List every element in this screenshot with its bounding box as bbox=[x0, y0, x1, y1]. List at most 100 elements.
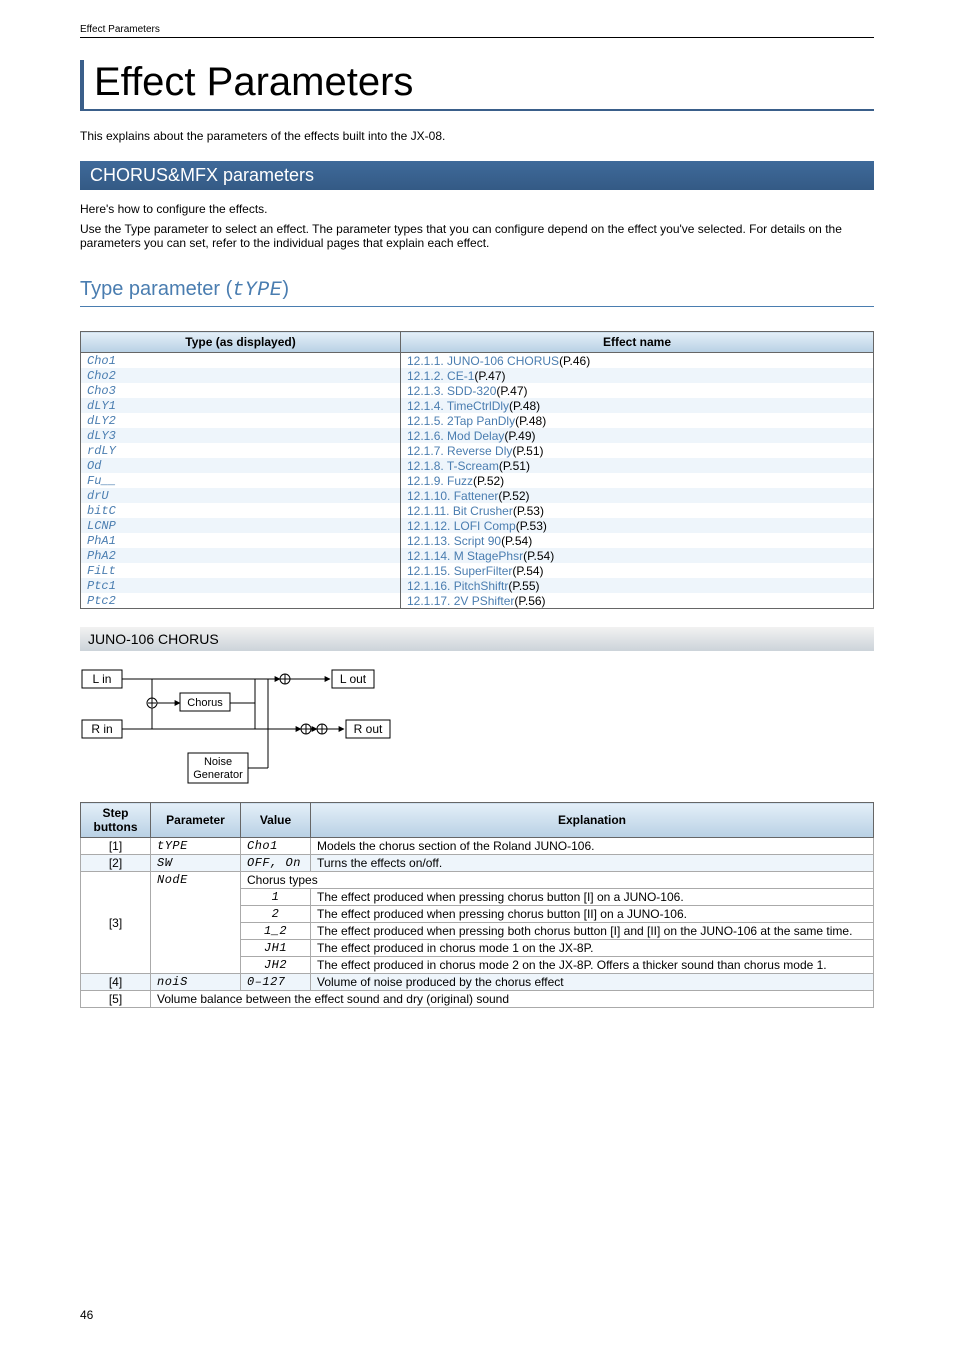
effect-link[interactable]: 12.1.6. Mod Delay bbox=[407, 429, 504, 443]
type-cell: Fu__ bbox=[81, 473, 401, 488]
col-effect-header: Effect name bbox=[401, 332, 874, 353]
col-expl-header: Explanation bbox=[311, 803, 874, 838]
effect-cell: 12.1.3. SDD-320(P.47) bbox=[401, 383, 874, 398]
expl-cell: Volume of noise produced by the chorus e… bbox=[311, 974, 874, 991]
effect-link[interactable]: 12.1.17. 2V PShifter bbox=[407, 594, 514, 608]
param-cell: noiS bbox=[151, 974, 241, 991]
effect-cell: 12.1.17. 2V PShifter(P.56) bbox=[401, 593, 874, 609]
diag-r-in: R in bbox=[91, 722, 112, 736]
effect-cell: 12.1.14. M StagePhsr(P.54) bbox=[401, 548, 874, 563]
expl-cell: The effect produced when pressing chorus… bbox=[311, 906, 874, 923]
value-cell: JH1 bbox=[241, 940, 311, 957]
value-cell: JH2 bbox=[241, 957, 311, 974]
effect-cell: 12.1.2. CE-1(P.47) bbox=[401, 368, 874, 383]
col-value-header: Value bbox=[241, 803, 311, 838]
step-cell: [5] bbox=[81, 991, 151, 1008]
value-cell: Cho1 bbox=[241, 838, 311, 855]
type-cell: PhA1 bbox=[81, 533, 401, 548]
effect-link[interactable]: 12.1.13. Script 90 bbox=[407, 534, 501, 548]
signal-flow-diagram: L in R in Chorus Noise Generator bbox=[80, 665, 874, 790]
page-ref: (P.51) bbox=[512, 444, 543, 458]
page-ref: (P.48) bbox=[509, 399, 540, 413]
step-cell: [3] bbox=[81, 872, 151, 974]
subsection-heading-juno: JUNO-106 CHORUS bbox=[80, 627, 874, 651]
diag-l-out: L out bbox=[340, 672, 367, 686]
expl-cell: Volume balance between the effect sound … bbox=[151, 991, 874, 1008]
page-ref: (P.54) bbox=[512, 564, 543, 578]
type-cell: dLY2 bbox=[81, 413, 401, 428]
page-ref: (P.49) bbox=[504, 429, 535, 443]
step-cell: [4] bbox=[81, 974, 151, 991]
value-cell: 1 bbox=[241, 889, 311, 906]
type-cell: rdLY bbox=[81, 443, 401, 458]
effect-link[interactable]: 12.1.12. LOFI Comp bbox=[407, 519, 516, 533]
effect-cell: 12.1.9. Fuzz(P.52) bbox=[401, 473, 874, 488]
desc-line: Use the Type parameter to select an effe… bbox=[80, 222, 874, 250]
value-cell: OFF, On bbox=[241, 855, 311, 872]
effect-cell: 12.1.8. T-Scream(P.51) bbox=[401, 458, 874, 473]
type-parameter-heading: Type parameter (tYPE) bbox=[80, 278, 874, 307]
effect-link[interactable]: 12.1.15. SuperFilter bbox=[407, 564, 512, 578]
effect-link[interactable]: 12.1.14. M StagePhsr bbox=[407, 549, 523, 563]
effect-cell: 12.1.16. PitchShiftr(P.55) bbox=[401, 578, 874, 593]
type-cell: Od bbox=[81, 458, 401, 473]
page-ref: (P.56) bbox=[514, 594, 545, 608]
param-cell: tYPE bbox=[151, 838, 241, 855]
page-ref: (P.52) bbox=[473, 474, 504, 488]
expl-cell: The effect produced in chorus mode 1 on … bbox=[311, 940, 874, 957]
value-cell: 0–127 bbox=[241, 974, 311, 991]
type-cell: Ptc1 bbox=[81, 578, 401, 593]
page-ref: (P.53) bbox=[513, 504, 544, 518]
expl-cell: The effect produced in chorus mode 2 on … bbox=[311, 957, 874, 974]
effect-link[interactable]: 12.1.5. 2Tap PanDly bbox=[407, 414, 515, 428]
type-cell: Ptc2 bbox=[81, 593, 401, 609]
page-ref: (P.55) bbox=[508, 579, 539, 593]
effect-link[interactable]: 12.1.10. Fattener bbox=[407, 489, 498, 503]
heading-prefix: Type parameter ( bbox=[80, 278, 232, 300]
type-cell: PhA2 bbox=[81, 548, 401, 563]
diag-r-out: R out bbox=[354, 722, 383, 736]
page-ref: (P.46) bbox=[559, 354, 590, 368]
effect-link[interactable]: 12.1.7. Reverse Dly bbox=[407, 444, 512, 458]
value-cell: 1_2 bbox=[241, 923, 311, 940]
page-ref: (P.47) bbox=[496, 384, 527, 398]
page-ref: (P.51) bbox=[499, 459, 530, 473]
effect-link[interactable]: 12.1.2. CE-1 bbox=[407, 369, 474, 383]
expl-cell: The effect produced when pressing both c… bbox=[311, 923, 874, 940]
effect-link[interactable]: 12.1.11. Bit Crusher bbox=[407, 504, 513, 518]
effect-cell: 12.1.5. 2Tap PanDly(P.48) bbox=[401, 413, 874, 428]
expl-cell: Turns the effects on/off. bbox=[311, 855, 874, 872]
intro-text: This explains about the parameters of th… bbox=[80, 129, 874, 143]
effect-link[interactable]: 12.1.16. PitchShiftr bbox=[407, 579, 508, 593]
effect-link[interactable]: 12.1.3. SDD-320 bbox=[407, 384, 496, 398]
type-cell: drU bbox=[81, 488, 401, 503]
type-cell: FiLt bbox=[81, 563, 401, 578]
step-cell: [1] bbox=[81, 838, 151, 855]
effect-cell: 12.1.4. TimeCtrlDly(P.48) bbox=[401, 398, 874, 413]
page-ref: (P.54) bbox=[501, 534, 532, 548]
type-cell: LCNP bbox=[81, 518, 401, 533]
page-ref: (P.54) bbox=[523, 549, 554, 563]
type-cell: Cho3 bbox=[81, 383, 401, 398]
running-head: Effect Parameters bbox=[80, 24, 874, 38]
effect-cell: 12.1.10. Fattener(P.52) bbox=[401, 488, 874, 503]
effect-cell: 12.1.12. LOFI Comp(P.53) bbox=[401, 518, 874, 533]
effect-link[interactable]: 12.1.8. T-Scream bbox=[407, 459, 499, 473]
page-ref: (P.53) bbox=[516, 519, 547, 533]
title-wrap: Effect Parameters bbox=[80, 60, 874, 111]
type-cell: dLY1 bbox=[81, 398, 401, 413]
diag-l-in: L in bbox=[93, 672, 112, 686]
effect-cell: 12.1.1. JUNO-106 CHORUS(P.46) bbox=[401, 353, 874, 369]
effect-cell: 12.1.13. Script 90(P.54) bbox=[401, 533, 874, 548]
page-number: 46 bbox=[80, 1308, 93, 1322]
value-cell: 2 bbox=[241, 906, 311, 923]
effect-link[interactable]: 12.1.1. JUNO-106 CHORUS bbox=[407, 354, 559, 368]
effect-link[interactable]: 12.1.4. TimeCtrlDly bbox=[407, 399, 509, 413]
col-param-header: Parameter bbox=[151, 803, 241, 838]
effect-link[interactable]: 12.1.9. Fuzz bbox=[407, 474, 473, 488]
expl-cell: The effect produced when pressing chorus… bbox=[311, 889, 874, 906]
effect-cell: 12.1.11. Bit Crusher(P.53) bbox=[401, 503, 874, 518]
effect-cell: 12.1.7. Reverse Dly(P.51) bbox=[401, 443, 874, 458]
page-title: Effect Parameters bbox=[94, 60, 874, 105]
col-step-header: Step buttons bbox=[81, 803, 151, 838]
